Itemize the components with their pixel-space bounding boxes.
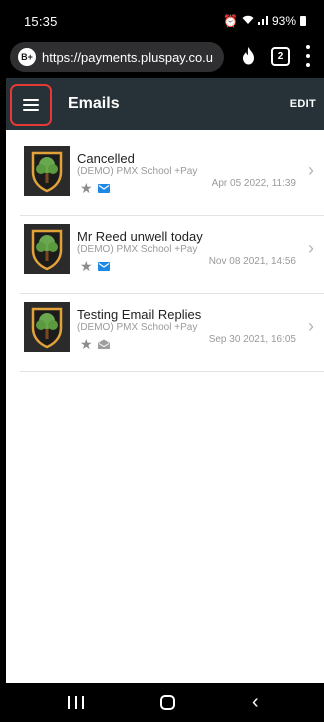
battery-percent: 93% <box>271 14 296 28</box>
app-header: Emails EDIT <box>6 78 324 130</box>
status-bar: 15:35 ⏰ 93% <box>0 0 324 36</box>
site-info-icon[interactable]: B+ <box>18 48 36 66</box>
star-icon[interactable]: ★ <box>80 259 93 273</box>
email-subject: Testing Email Replies <box>77 307 202 322</box>
star-icon[interactable]: ★ <box>80 181 93 195</box>
envelope-icon <box>97 183 110 193</box>
page-title: Emails <box>68 95 120 112</box>
email-subject: Cancelled <box>77 151 135 166</box>
alarm-icon: ⏰ <box>223 14 238 28</box>
recents-button[interactable] <box>68 696 84 709</box>
email-date: Nov 08 2021, 14:56 <box>208 256 296 267</box>
email-sender: (DEMO) PMX School +Pay <box>77 322 198 333</box>
email-date: Apr 05 2022, 11:39 <box>211 178 296 189</box>
address-bar[interactable]: B+ https://payments.pluspay.co.u <box>10 42 224 72</box>
email-sender: (DEMO) PMX School +Pay <box>77 244 198 255</box>
system-nav-bar: ‹ <box>0 683 324 722</box>
school-logo-icon <box>24 146 70 196</box>
status-icons: ⏰ 93% <box>223 14 306 28</box>
more-menu-icon[interactable] <box>305 45 311 67</box>
signal-icon <box>257 15 268 28</box>
email-item[interactable]: Testing Email Replies (DEMO) PMX School … <box>20 294 324 372</box>
chevron-right-icon: › <box>308 160 314 180</box>
status-time: 15:35 <box>24 14 58 29</box>
school-logo-icon <box>24 302 70 352</box>
browser-toolbar: B+ https://payments.pluspay.co.u 2 <box>0 36 324 78</box>
battery-icon <box>300 16 306 26</box>
email-date: Sep 30 2021, 16:05 <box>208 334 296 345</box>
edit-button[interactable]: EDIT <box>290 98 316 110</box>
hamburger-icon <box>23 99 39 111</box>
envelope-open-icon <box>97 339 110 349</box>
school-logo-icon <box>24 224 70 274</box>
wifi-icon <box>242 15 254 28</box>
home-button[interactable] <box>160 695 175 710</box>
tab-switcher-button[interactable]: 2 <box>271 47 290 66</box>
envelope-icon <box>97 261 110 271</box>
email-item[interactable]: Cancelled (DEMO) PMX School +Pay ★ Apr 0… <box>20 138 324 216</box>
chevron-right-icon: › <box>308 238 314 258</box>
star-icon[interactable]: ★ <box>80 337 93 351</box>
menu-button[interactable] <box>10 84 52 126</box>
back-button[interactable]: ‹ <box>252 691 259 714</box>
flame-icon[interactable] <box>240 46 257 71</box>
chevron-right-icon: › <box>308 316 314 336</box>
email-sender: (DEMO) PMX School +Pay <box>77 166 198 177</box>
email-item[interactable]: Mr Reed unwell today (DEMO) PMX School +… <box>20 216 324 294</box>
email-subject: Mr Reed unwell today <box>77 229 203 244</box>
url-text[interactable]: https://payments.pluspay.co.u <box>42 50 213 65</box>
email-list: Cancelled (DEMO) PMX School +Pay ★ Apr 0… <box>6 130 324 683</box>
